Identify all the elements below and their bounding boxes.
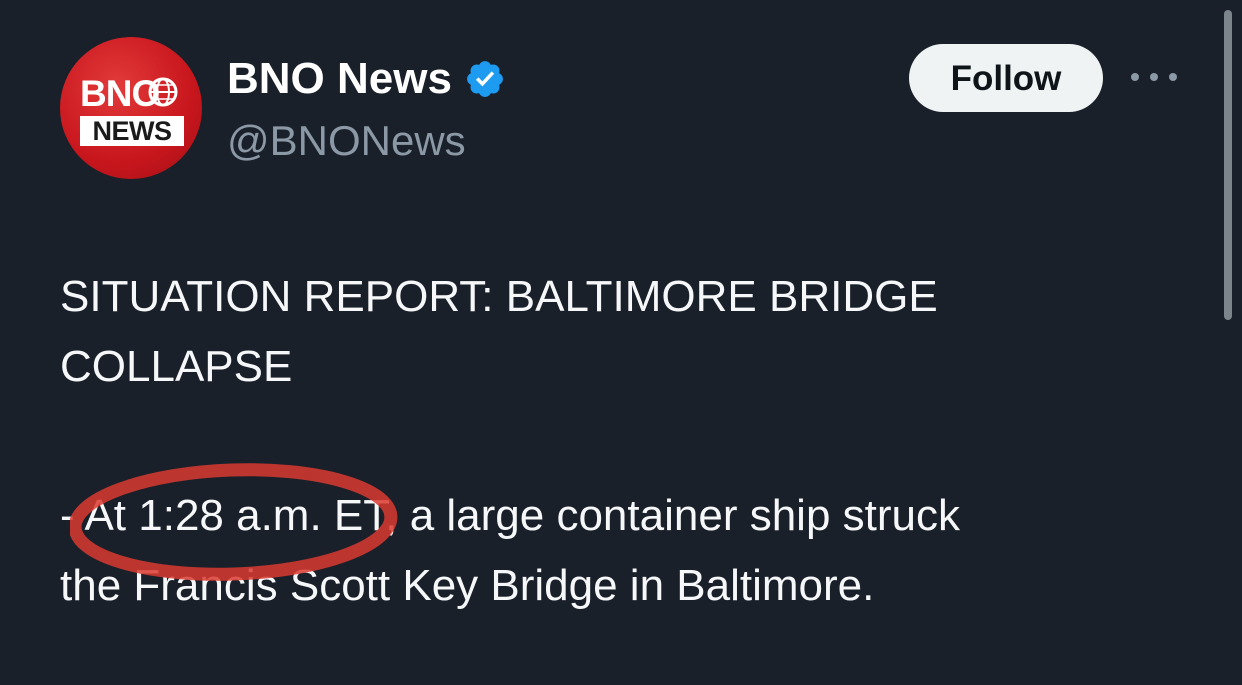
headline-line: SITUATION REPORT: BALTIMORE BRIDGE: [60, 272, 938, 321]
tweet-body: - At 1:28 a.m. ET, a large container shi…: [60, 481, 1200, 621]
tweet-card: BNO NEWS BNO News @BNONews Follow SITUAT…: [0, 0, 1242, 685]
verified-badge-icon: [467, 61, 503, 97]
headline-line: COLLAPSE: [60, 342, 293, 391]
body-line: - At 1:28 a.m. ET, a large container shi…: [60, 491, 960, 540]
author-name-text: BNO News: [227, 54, 452, 103]
author-handle[interactable]: @BNONews: [227, 116, 466, 166]
avatar-logo-subtext: NEWS: [80, 116, 184, 146]
follow-button[interactable]: Follow: [909, 44, 1103, 112]
scrollbar[interactable]: [1224, 10, 1232, 320]
avatar[interactable]: BNO NEWS: [60, 37, 202, 179]
body-line: the Francis Scott Key Bridge in Baltimor…: [60, 561, 875, 610]
globe-icon: [148, 77, 178, 107]
tweet-headline: SITUATION REPORT: BALTIMORE BRIDGE COLLA…: [60, 262, 1180, 402]
author-display-name[interactable]: BNO News: [227, 54, 506, 104]
more-horizontal-icon[interactable]: [1131, 70, 1177, 84]
